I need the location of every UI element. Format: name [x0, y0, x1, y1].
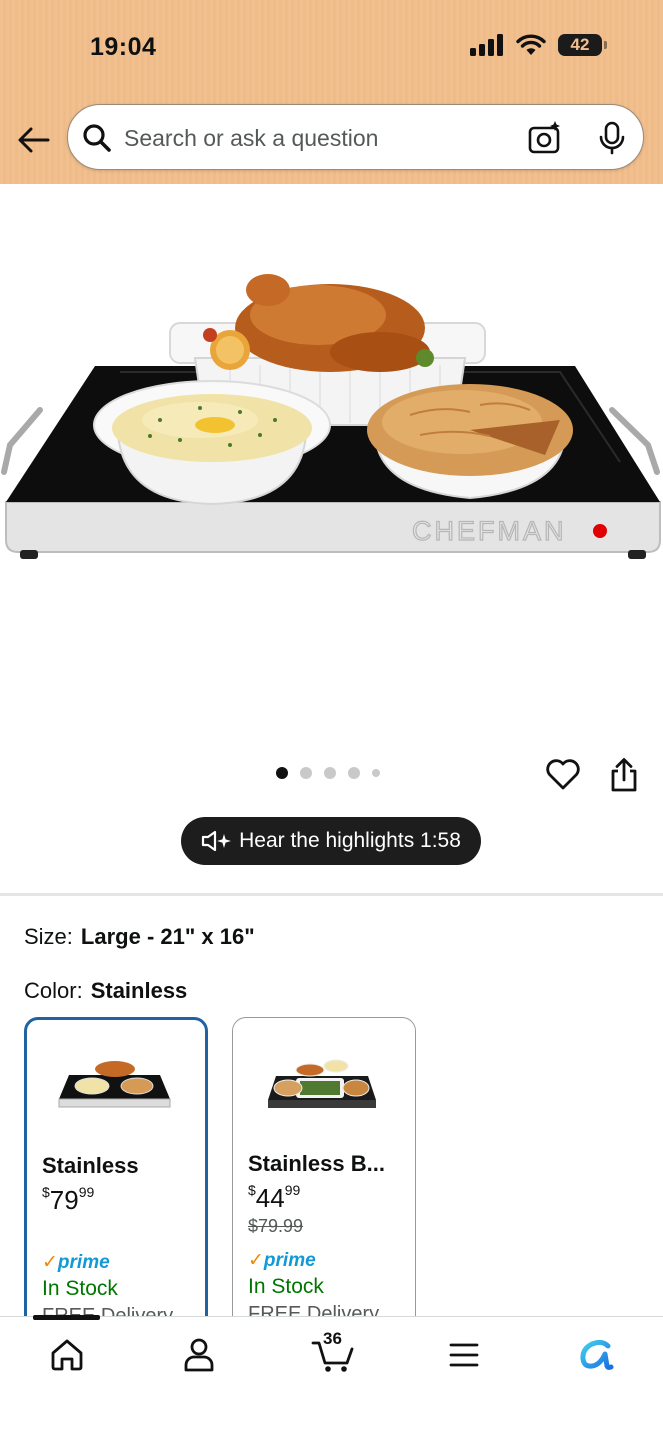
- svg-text:CHEFMAN: CHEFMAN: [412, 516, 567, 546]
- stock-status: In Stock: [248, 1275, 324, 1298]
- wifi-icon: [516, 34, 546, 55]
- image-pager[interactable]: [276, 767, 380, 779]
- microphone-icon[interactable]: [598, 121, 626, 155]
- hear-highlights-label: Hear the highlights 1:58: [239, 829, 461, 852]
- wishlist-button[interactable]: [545, 757, 581, 796]
- color-value: Stainless: [90, 978, 188, 1003]
- active-tab-indicator: [33, 1315, 100, 1320]
- heart-icon: [546, 759, 580, 790]
- variant-price: $4499: [248, 1182, 300, 1214]
- color-option: Color: Stainless: [24, 978, 187, 1004]
- size-label: Size:: [24, 924, 73, 949]
- battery-level: 42: [570, 35, 590, 54]
- hear-highlights-button[interactable]: Hear the highlights 1:58: [181, 817, 481, 865]
- prime-label: prime: [57, 1252, 110, 1273]
- variant-name: Stainless B...: [248, 1151, 385, 1176]
- pager-dot[interactable]: [300, 767, 312, 779]
- back-button[interactable]: [16, 122, 52, 158]
- pager-dot[interactable]: [276, 767, 288, 779]
- variant-thumbnail: [268, 1059, 376, 1108]
- home-icon: [51, 1339, 83, 1371]
- camera-search-icon[interactable]: [528, 121, 562, 155]
- price-fraction: 99: [78, 1184, 95, 1200]
- share-button[interactable]: [608, 757, 640, 798]
- person-icon: [184, 1338, 214, 1372]
- menu-icon: [449, 1343, 479, 1367]
- app-header: 19:04 42: [0, 0, 663, 184]
- variant-price: $7999: [42, 1184, 94, 1216]
- prime-badge: ✓prime: [248, 1250, 316, 1271]
- size-value: Large - 21" x 16": [80, 924, 255, 949]
- battery-icon: 42: [558, 34, 607, 56]
- signal-icon: [470, 34, 503, 56]
- search-input[interactable]: [124, 119, 504, 157]
- bottom-nav: 36: [0, 1315, 663, 1440]
- stock-status: In Stock: [42, 1277, 118, 1300]
- variant-thumbnail: [58, 1061, 171, 1108]
- price-whole: 79: [49, 1185, 79, 1215]
- speaker-sparkle-icon: [201, 830, 232, 852]
- search-icon: [83, 124, 111, 152]
- pager-dot[interactable]: [324, 767, 336, 779]
- nav-assistant[interactable]: [574, 1335, 618, 1375]
- nav-menu[interactable]: [442, 1335, 486, 1375]
- status-time: 19:04: [90, 33, 157, 61]
- rufus-icon: [580, 1340, 614, 1370]
- status-icons: 42: [470, 34, 607, 56]
- color-label: Color:: [24, 978, 83, 1003]
- share-icon: [611, 758, 637, 792]
- nav-home[interactable]: [45, 1335, 89, 1375]
- size-option: Size: Large - 21" x 16": [24, 924, 255, 950]
- price-fraction: 99: [284, 1182, 301, 1198]
- price-currency: $: [248, 1182, 256, 1198]
- variant-name: Stainless: [42, 1153, 139, 1178]
- pager-dot[interactable]: [348, 767, 360, 779]
- variant-card-stainless[interactable]: Stainless $7999 ✓prime In Stock FREE Del…: [24, 1017, 208, 1347]
- list-price: $79.99: [248, 1216, 304, 1236]
- price-currency: $: [42, 1184, 50, 1200]
- prime-label: prime: [263, 1250, 316, 1271]
- product-image[interactable]: CHEFMAN: [0, 240, 663, 580]
- section-divider: [0, 893, 663, 896]
- search-bar[interactable]: [67, 104, 644, 170]
- prime-badge: ✓prime: [42, 1252, 110, 1273]
- price-whole: 44: [255, 1183, 285, 1213]
- pager-dot[interactable]: [372, 769, 380, 777]
- cart-count: 36: [323, 1329, 342, 1348]
- nav-cart[interactable]: 36: [310, 1329, 356, 1375]
- nav-account[interactable]: [177, 1335, 221, 1375]
- variant-card-stainless-bundle[interactable]: Stainless B... $4499 $79.99 ✓prime In St…: [232, 1017, 416, 1347]
- arrow-left-icon: [18, 127, 50, 153]
